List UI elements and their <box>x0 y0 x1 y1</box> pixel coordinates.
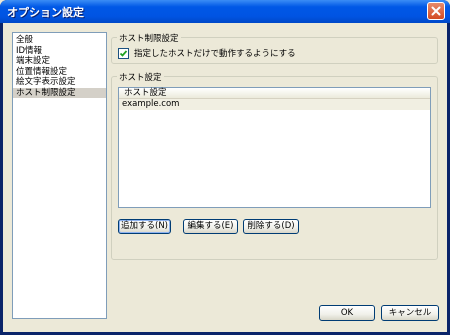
sidebar-item-host-restriction[interactable]: ホスト制限設定 <box>13 87 106 98</box>
category-list[interactable]: 全般 ID情報 端末設定 位置情報設定 絵文字表示設定 ホスト制限設定 <box>12 32 107 319</box>
sidebar-item-general[interactable]: 全般 <box>13 35 106 46</box>
list-item[interactable]: example.com <box>119 99 430 110</box>
close-button[interactable] <box>427 2 445 20</box>
edit-host-button[interactable]: 編集する(E) <box>183 219 238 234</box>
host-restriction-checkbox-label: 指定したホストだけで動作するようにする <box>134 49 296 59</box>
title-bar[interactable]: オプション設定 <box>0 0 450 23</box>
cancel-button[interactable]: キャンセル <box>381 305 439 321</box>
window-title: オプション設定 <box>7 6 84 19</box>
host-list-column-header[interactable]: ホスト設定 <box>119 88 430 99</box>
dialog-body: 全般 ID情報 端末設定 位置情報設定 絵文字表示設定 ホスト制限設定 ホスト制… <box>3 23 447 332</box>
host-restriction-group: ホスト制限設定 指定したホストだけで動作するようにする <box>111 32 438 64</box>
ok-button[interactable]: OK <box>319 305 375 321</box>
add-host-button[interactable]: 追加する(N) <box>118 219 171 234</box>
host-settings-group-label: ホスト設定 <box>117 71 164 83</box>
sidebar-item-location[interactable]: 位置情報設定 <box>13 67 106 78</box>
checkmark-icon <box>119 49 128 57</box>
host-restriction-group-label: ホスト制限設定 <box>117 32 181 44</box>
close-icon <box>431 6 441 16</box>
host-restriction-checkbox[interactable] <box>118 47 129 59</box>
delete-host-button[interactable]: 削除する(D) <box>243 219 299 234</box>
host-settings-group: ホスト設定 ホスト設定 example.com 追加する(N) 編集する(E) … <box>111 71 438 260</box>
sidebar-item-emoji[interactable]: 絵文字表示設定 <box>13 77 106 88</box>
options-dialog: オプション設定 全般 ID情報 端末設定 位置情報設定 絵文字表示設定 ホスト制… <box>0 0 450 335</box>
sidebar-item-id-info[interactable]: ID情報 <box>13 46 106 57</box>
sidebar-item-terminal[interactable]: 端末設定 <box>13 56 106 67</box>
host-restriction-checkbox-row[interactable]: 指定したホストだけで動作するようにする <box>118 47 296 59</box>
host-list[interactable]: ホスト設定 example.com <box>118 87 431 208</box>
